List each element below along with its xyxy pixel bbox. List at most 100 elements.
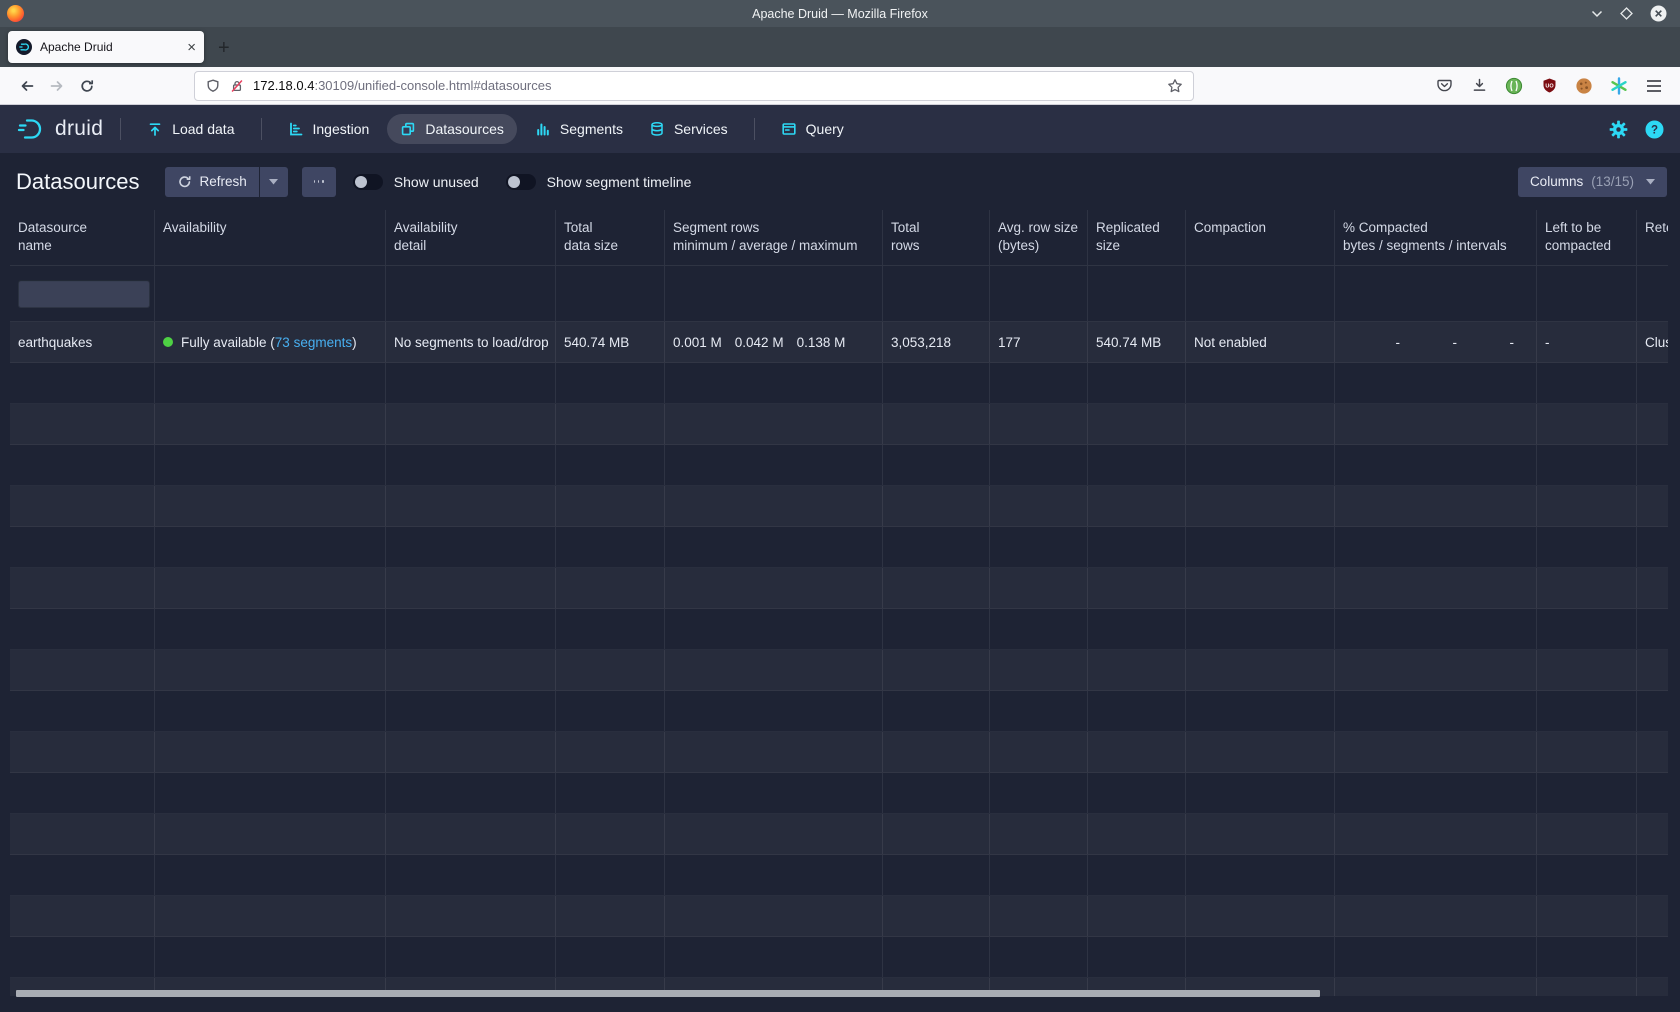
column-header-datasource-name[interactable]: Datasource name bbox=[10, 210, 155, 265]
empty-cell bbox=[1537, 773, 1637, 813]
empty-cell bbox=[1186, 732, 1335, 772]
nav-item-segments[interactable]: Segments bbox=[522, 105, 636, 153]
more-actions-button[interactable] bbox=[302, 167, 336, 197]
empty-cell bbox=[1335, 978, 1537, 996]
empty-cell bbox=[1537, 814, 1637, 854]
ublock-icon[interactable]: UO bbox=[1539, 76, 1559, 96]
empty-cell bbox=[1088, 896, 1186, 936]
empty-cell bbox=[556, 855, 665, 895]
reload-icon[interactable] bbox=[72, 72, 102, 100]
empty-cell bbox=[1088, 445, 1186, 485]
column-header-left-to-compact[interactable]: Left to be compacted bbox=[1537, 210, 1637, 265]
url-bar[interactable]: 172.18.0.4:30109/unified-console.html#da… bbox=[194, 71, 1194, 101]
empty-cell bbox=[155, 937, 386, 977]
column-header-retention[interactable]: Rete bbox=[1637, 210, 1668, 265]
refresh-label: Refresh bbox=[200, 174, 247, 189]
nav-item-datasources[interactable]: Datasources bbox=[387, 114, 517, 144]
insecure-lock-icon[interactable] bbox=[229, 78, 245, 94]
refresh-button[interactable]: Refresh bbox=[165, 167, 259, 197]
bookmark-star-icon[interactable] bbox=[1167, 78, 1183, 94]
tracking-shield-icon[interactable] bbox=[205, 78, 221, 94]
minimize-icon[interactable] bbox=[1591, 10, 1603, 18]
empty-cell bbox=[990, 609, 1088, 649]
gear-icon[interactable] bbox=[1609, 120, 1628, 139]
empty-cell bbox=[1186, 486, 1335, 526]
cell-avg-row-size: 177 bbox=[990, 322, 1088, 362]
empty-cell bbox=[556, 732, 665, 772]
table-row-empty bbox=[10, 732, 1668, 773]
url-host: 172.18.0.4 bbox=[253, 78, 314, 93]
empty-cell bbox=[1637, 978, 1668, 996]
empty-cell bbox=[10, 445, 155, 485]
help-icon[interactable]: ? bbox=[1645, 120, 1664, 139]
empty-cell bbox=[386, 814, 556, 854]
table-row-empty bbox=[10, 568, 1668, 609]
empty-cell bbox=[1637, 855, 1668, 895]
datasource-name-filter-input[interactable] bbox=[18, 280, 150, 308]
empty-cell bbox=[1537, 650, 1637, 690]
column-header-segment-rows[interactable]: Segment rows minimum / average / maximum bbox=[665, 210, 883, 265]
column-header-pct-compacted[interactable]: % Compacted bytes / segments / intervals bbox=[1335, 210, 1537, 265]
show-segment-timeline-toggle[interactable] bbox=[506, 174, 536, 190]
nav-item-load-data[interactable]: Load data bbox=[134, 105, 247, 153]
empty-cell bbox=[155, 568, 386, 608]
empty-cell bbox=[1637, 650, 1668, 690]
menu-icon[interactable] bbox=[1644, 76, 1664, 96]
extension-asterisk-icon[interactable] bbox=[1609, 76, 1629, 96]
brand-text: druid bbox=[55, 117, 103, 141]
columns-button[interactable]: Columns (13/15) bbox=[1518, 167, 1667, 197]
empty-cell bbox=[1537, 568, 1637, 608]
empty-cell bbox=[883, 568, 990, 608]
show-unused-label[interactable]: Show unused bbox=[394, 174, 479, 190]
nav-item-ingestion[interactable]: Ingestion bbox=[275, 105, 383, 153]
horizontal-scrollbar-thumb[interactable] bbox=[16, 990, 1320, 997]
empty-cell bbox=[1335, 486, 1537, 526]
empty-cell bbox=[1186, 937, 1335, 977]
new-tab-button[interactable]: + bbox=[218, 38, 230, 58]
table-row-empty bbox=[10, 773, 1668, 814]
close-icon[interactable] bbox=[1650, 5, 1667, 22]
back-icon[interactable] bbox=[12, 72, 42, 100]
cell-datasource-name[interactable]: earthquakes bbox=[10, 322, 155, 362]
nav-item-services[interactable]: Services bbox=[636, 105, 741, 153]
forward-icon[interactable] bbox=[42, 72, 72, 100]
column-header-availability-detail[interactable]: Availability detail bbox=[386, 210, 556, 265]
empty-cell bbox=[1637, 896, 1668, 936]
maximize-icon[interactable] bbox=[1620, 7, 1633, 20]
column-header-compaction[interactable]: Compaction bbox=[1186, 210, 1335, 265]
database-icon bbox=[649, 121, 665, 137]
empty-cell bbox=[1335, 773, 1537, 813]
empty-cell bbox=[155, 363, 386, 403]
column-header-total-rows[interactable]: Total rows bbox=[883, 210, 990, 265]
url-text: 172.18.0.4:30109/unified-console.html#da… bbox=[253, 78, 552, 93]
columns-count: (13/15) bbox=[1591, 174, 1634, 189]
column-header-availability[interactable]: Availability bbox=[155, 210, 386, 265]
refresh-dropdown-button[interactable] bbox=[260, 167, 288, 197]
empty-cell bbox=[883, 896, 990, 936]
cookie-icon[interactable] bbox=[1574, 76, 1594, 96]
download-icon[interactable] bbox=[1469, 76, 1489, 96]
column-header-avg-row-size[interactable]: Avg. row size (bytes) bbox=[990, 210, 1088, 265]
refresh-icon bbox=[177, 174, 192, 189]
segments-link[interactable]: 73 segments bbox=[275, 335, 352, 350]
nav-item-label: Datasources bbox=[425, 121, 504, 137]
show-segment-timeline-label[interactable]: Show segment timeline bbox=[547, 174, 692, 190]
empty-cell bbox=[10, 814, 155, 854]
table-row-empty bbox=[10, 937, 1668, 978]
tab-close-icon[interactable]: × bbox=[187, 40, 196, 55]
columns-label: Columns bbox=[1530, 174, 1583, 189]
druid-logo[interactable]: druid bbox=[16, 116, 103, 142]
column-header-replicated-size[interactable]: Replicated size bbox=[1088, 210, 1186, 265]
ingestion-chart-icon bbox=[288, 121, 304, 137]
column-header-total-data-size[interactable]: Total data size bbox=[556, 210, 665, 265]
empty-cell bbox=[1186, 445, 1335, 485]
empty-cell bbox=[1088, 732, 1186, 772]
pocket-icon[interactable] bbox=[1434, 76, 1454, 96]
tab-favicon-druid-icon bbox=[16, 39, 32, 55]
show-unused-toggle[interactable] bbox=[353, 174, 383, 190]
empty-cell bbox=[10, 486, 155, 526]
empty-cell bbox=[990, 527, 1088, 567]
nav-item-query[interactable]: Query bbox=[768, 105, 857, 153]
extension-green-icon[interactable] bbox=[1504, 76, 1524, 96]
browser-tab[interactable]: Apache Druid × bbox=[8, 31, 204, 63]
